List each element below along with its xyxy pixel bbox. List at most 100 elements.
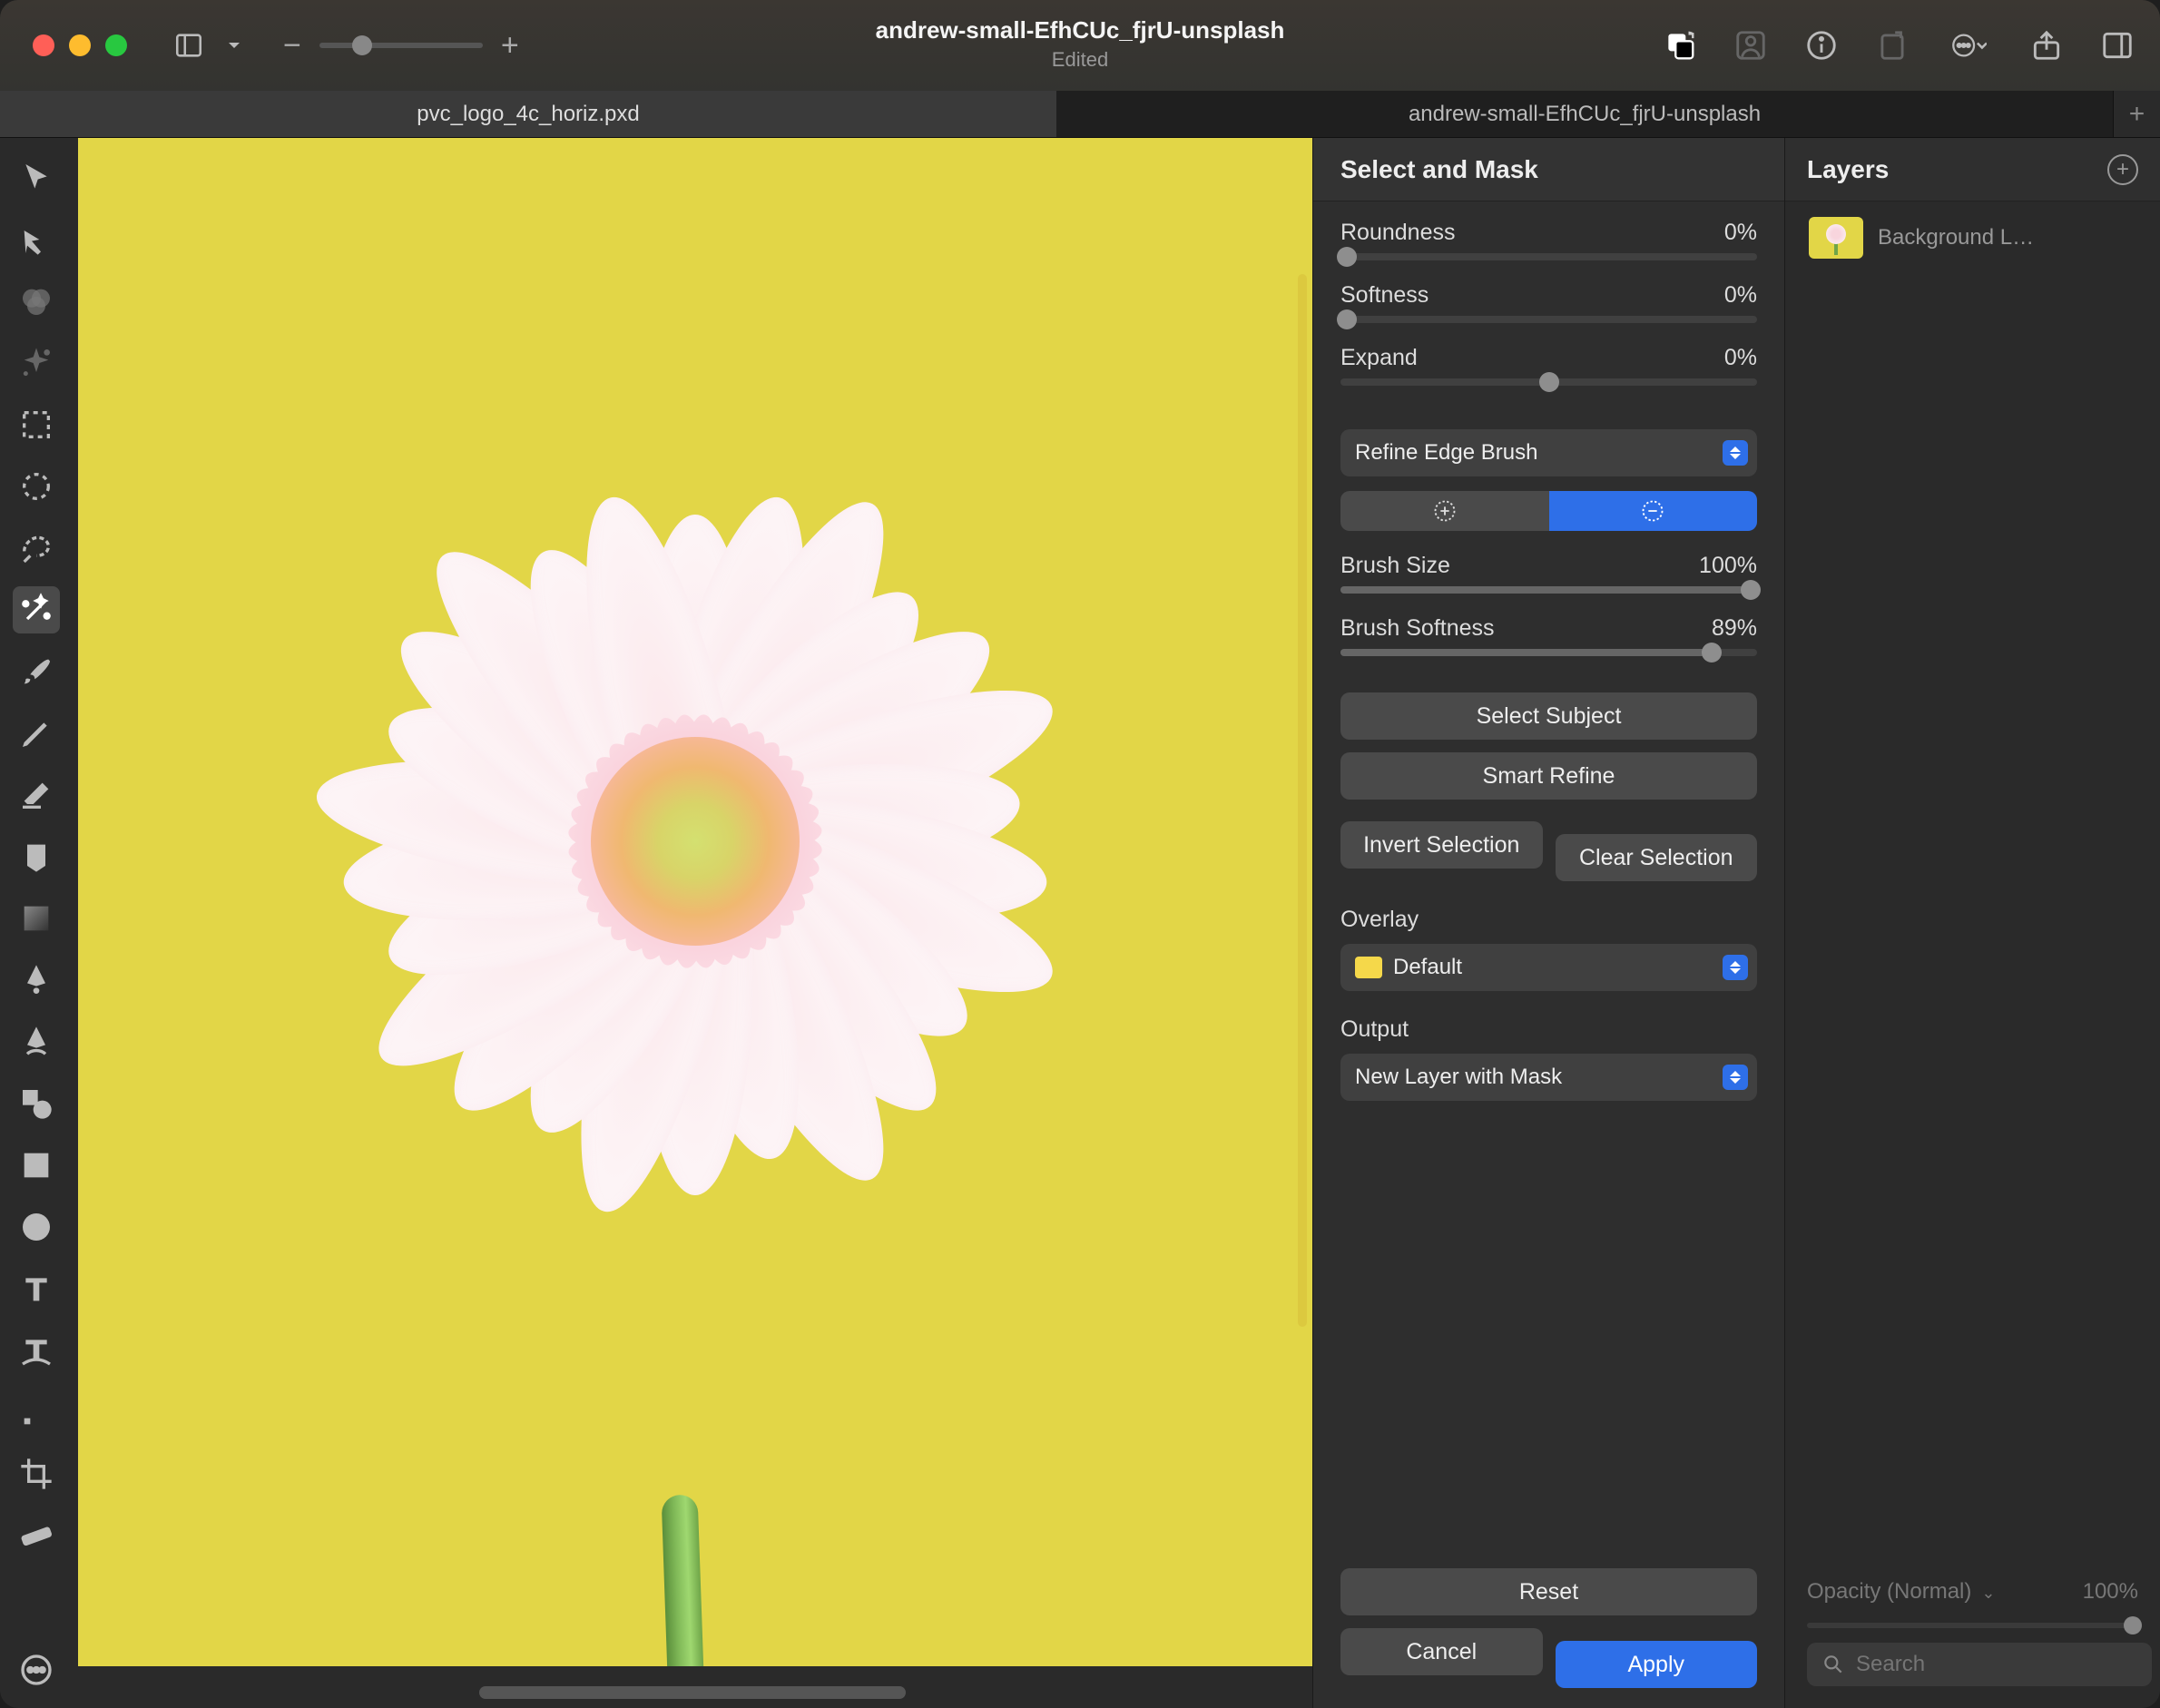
document-title: andrew-small-EfhCUc_fjrU-unsplash (876, 16, 1285, 44)
chevron-icon: ⌄ (1977, 1584, 1995, 1602)
layer-search-field[interactable] (1856, 1652, 2137, 1677)
canvas[interactable] (78, 138, 1312, 1666)
zoom-slider[interactable] (319, 43, 483, 48)
shapes-tool[interactable] (13, 1080, 60, 1127)
softness-label: Softness (1340, 282, 1429, 309)
layer-search-input[interactable] (1807, 1643, 2152, 1686)
tab-doc-0[interactable]: pvc_logo_4c_horiz.pxd (0, 91, 1056, 137)
measure-tool[interactable] (13, 1512, 60, 1559)
add-tab-button[interactable]: + (2113, 91, 2160, 137)
arrow-tool[interactable] (13, 154, 60, 201)
brush-tool[interactable] (13, 648, 60, 695)
effects-tool[interactable] (13, 339, 60, 387)
expand-control: Expand0% (1340, 345, 1757, 398)
zoom-in-button[interactable]: + (501, 28, 519, 64)
window-controls (33, 34, 127, 56)
brush-mode-add[interactable] (1340, 491, 1549, 531)
brush-mode-segmented (1340, 491, 1757, 531)
color-swap-icon[interactable] (1659, 25, 1701, 66)
layer-item[interactable]: Background L… (1800, 211, 2145, 265)
share-icon[interactable] (2026, 25, 2067, 66)
panel-toggle-icon[interactable] (2096, 25, 2138, 66)
brush-size-slider[interactable] (1340, 586, 1757, 594)
pencil-tool[interactable] (13, 710, 60, 757)
add-layer-button[interactable]: + (2107, 154, 2138, 185)
fullscreen-window-button[interactable] (105, 34, 127, 56)
roundness-value: 0% (1724, 220, 1757, 246)
arrange-tool[interactable] (13, 216, 60, 263)
person-icon[interactable] (1730, 25, 1772, 66)
brush-size-control: Brush Size 100% (1340, 553, 1757, 606)
opacity-slider[interactable] (1807, 1623, 2138, 1628)
ellipse-marquee-tool[interactable] (13, 463, 60, 510)
path-text-tool[interactable] (13, 1327, 60, 1374)
crop-tool[interactable] (13, 1450, 60, 1497)
canvas-scrollbar-vertical[interactable] (1298, 274, 1307, 1327)
overlay-value: Default (1393, 955, 1462, 980)
refine-brush-select[interactable]: Refine Edge Brush (1340, 429, 1757, 476)
text-tool[interactable] (13, 1265, 60, 1312)
pen-tool[interactable] (13, 957, 60, 1004)
roundness-slider[interactable] (1340, 253, 1757, 260)
rect-marquee-tool[interactable] (13, 401, 60, 448)
apply-button[interactable]: Apply (1556, 1641, 1758, 1688)
expand-slider[interactable] (1340, 378, 1757, 386)
output-section-label: Output (1340, 1016, 1757, 1043)
sidebar-toggle-button[interactable] (171, 27, 207, 64)
app-window: − + andrew-small-EfhCUc_fjrU-unsplash Ed… (0, 0, 2160, 1708)
more-menu-icon[interactable] (1942, 25, 1997, 66)
rect-shape-tool[interactable] (13, 1142, 60, 1189)
right-panels: Select and Mask Roundness0% Softness0% E… (1312, 138, 2160, 1708)
lasso-tool[interactable] (13, 525, 60, 572)
smart-refine-button[interactable]: Smart Refine (1340, 752, 1757, 800)
opacity-control[interactable]: Opacity (Normal) ⌄ 100% (1807, 1579, 2138, 1605)
export-icon[interactable] (1871, 25, 1913, 66)
brush-softness-label: Brush Softness (1340, 615, 1495, 642)
clear-selection-button[interactable]: Clear Selection (1556, 834, 1758, 881)
zoom-control: − + (283, 28, 519, 64)
reset-button[interactable]: Reset (1340, 1568, 1757, 1615)
ellipse-shape-tool[interactable] (13, 1203, 60, 1251)
select-subject-button[interactable]: Select Subject (1340, 692, 1757, 740)
brush-size-value: 100% (1699, 553, 1757, 579)
more-tools-icon[interactable] (13, 1646, 60, 1693)
layer-thumbnail (1809, 217, 1863, 259)
brush-softness-control: Brush Softness89% (1340, 615, 1757, 669)
magic-wand-tool[interactable] (13, 586, 60, 633)
zoom-out-button[interactable]: − (283, 28, 301, 64)
gradient-tool[interactable] (13, 895, 60, 942)
freeform-pen-tool[interactable] (13, 1018, 60, 1065)
select-caret-icon (1723, 1065, 1748, 1090)
invert-selection-button[interactable]: Invert Selection (1340, 821, 1543, 869)
brush-softness-slider[interactable] (1340, 649, 1757, 656)
document-tabs: pvc_logo_4c_horiz.pxd andrew-small-EfhCU… (0, 91, 2160, 138)
opacity-value: 100% (2083, 1579, 2138, 1605)
layer-name: Background L… (1878, 225, 2034, 250)
tool-sidebar (0, 138, 73, 1708)
fill-tool[interactable] (13, 833, 60, 880)
main-area: Select and Mask Roundness0% Softness0% E… (0, 138, 2160, 1708)
select-caret-icon (1723, 440, 1748, 466)
minimize-window-button[interactable] (69, 34, 91, 56)
overlay-select[interactable]: Default (1340, 944, 1757, 991)
tab-label: andrew-small-EfhCUc_fjrU-unsplash (1409, 102, 1761, 127)
sidebar-menu-button[interactable] (223, 27, 245, 64)
canvas-area (73, 138, 1312, 1708)
close-window-button[interactable] (33, 34, 54, 56)
brush-mode-subtract[interactable] (1549, 491, 1758, 531)
color-adjust-tool[interactable] (13, 278, 60, 325)
output-select[interactable]: New Layer with Mask (1340, 1054, 1757, 1101)
cancel-button[interactable]: Cancel (1340, 1628, 1543, 1675)
eraser-tool[interactable] (13, 771, 60, 819)
overlay-section-label: Overlay (1340, 907, 1757, 933)
tab-doc-1[interactable]: andrew-small-EfhCUc_fjrU-unsplash (1056, 91, 2113, 137)
brush-size-label: Brush Size (1340, 553, 1450, 579)
expand-value: 0% (1724, 345, 1757, 371)
overlay-color-swatch (1355, 957, 1382, 978)
document-title-block: andrew-small-EfhCUc_fjrU-unsplash Edited (876, 16, 1285, 72)
softness-value: 0% (1724, 282, 1757, 309)
repair-tool[interactable] (13, 1389, 60, 1436)
info-icon[interactable] (1801, 25, 1842, 66)
softness-slider[interactable] (1340, 316, 1757, 323)
canvas-scrollbar-horizontal[interactable] (479, 1686, 906, 1699)
